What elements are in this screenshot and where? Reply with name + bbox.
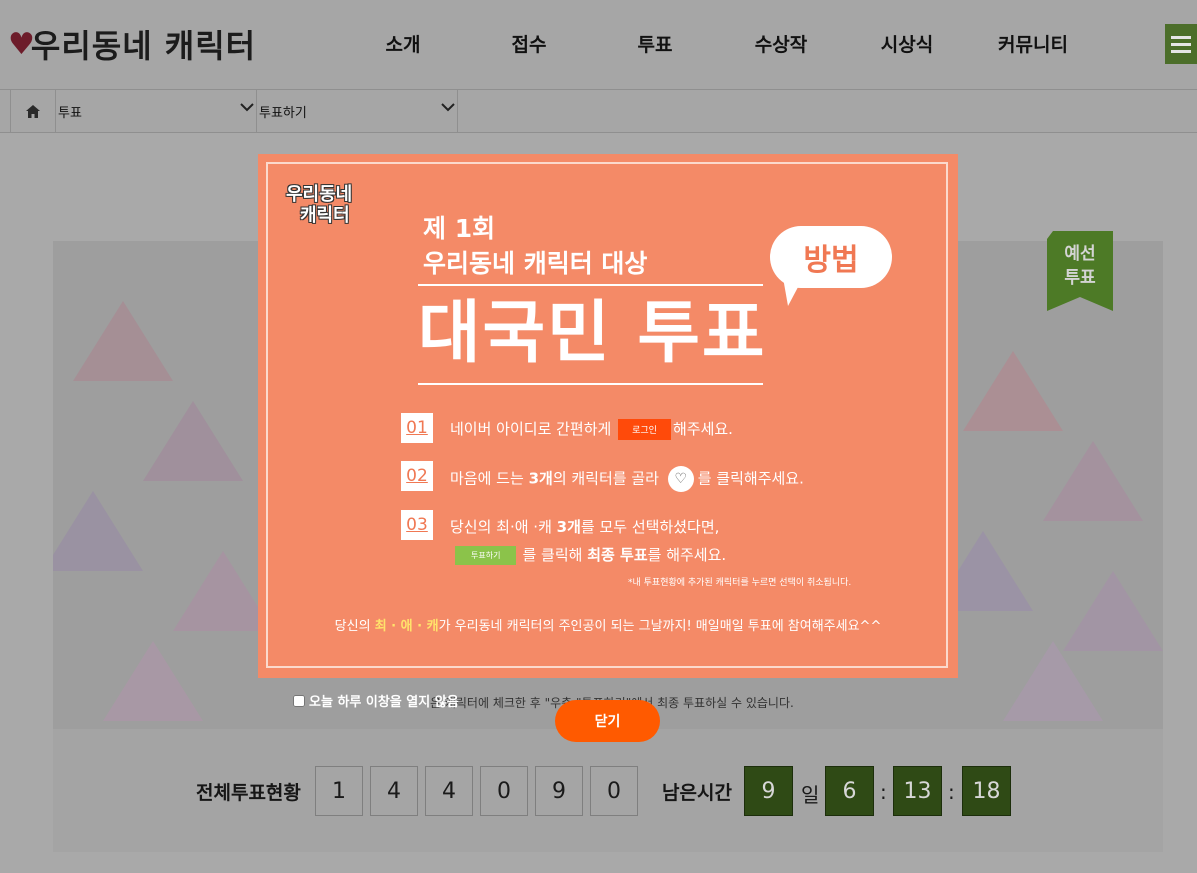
popup-subtitle: 우리동네 캐릭터 대상 [423,249,648,278]
login-tag: 로그인 [618,419,671,440]
logo-text: 우리동네 캐릭터 [30,27,257,65]
step-1-text: 네이버 아이디로 간편하게 로그인 해주세요. [450,419,733,440]
speech-bubble: 방법 [770,226,892,288]
nav-community[interactable]: 커뮤니티 [970,30,1096,57]
time-separator: : [948,780,955,804]
step-3-line2: 투표하기 를 클릭해 최종 투표를 해주세요. [455,544,726,565]
remaining-hours: 6 [825,766,874,816]
day-unit: 일 [801,783,820,807]
nav-winners[interactable]: 수상작 [718,30,844,57]
home-button[interactable] [10,90,56,132]
main-nav: 소개 접수 투표 수상작 시상식 커뮤니티 [340,30,1096,57]
step-2-text: 마음에 드는 3개의 캐릭터를 골라 ♡ 를 클릭해주세요. [450,466,804,492]
hamburger-menu-icon[interactable] [1165,24,1197,64]
nav-intro[interactable]: 소개 [340,30,466,57]
breadcrumb-select-level1[interactable]: 투표 [55,90,257,132]
total-votes-digit: 0 [590,766,638,816]
breadcrumb: 투표 투표하기 [0,90,1197,133]
popup-round: 제 1회 [423,214,496,243]
dont-show-today[interactable]: 오늘 하루 이창을 열지 않음 [293,691,459,710]
chevron-down-icon [240,103,254,112]
total-votes-digit: 1 [315,766,363,816]
total-votes-digit: 9 [535,766,583,816]
step-number: 02 [401,461,433,491]
divider [418,383,763,385]
total-votes-digit: 0 [480,766,528,816]
remaining-days: 9 [744,766,793,816]
nav-vote[interactable]: 투표 [592,30,718,57]
vote-guide-popup: 우리동네 캐릭터 제 1회 우리동네 캐릭터 대상 대국민 투표 방법 01 네… [258,154,958,678]
remaining-time-label: 남은시간 [662,782,732,804]
heart-vote-icon: ♡ [667,466,694,492]
total-votes-digit: 4 [425,766,473,816]
popup-title: 대국민 투표 [418,294,767,373]
breadcrumb-level1-label: 투표 [58,105,82,121]
divider [418,284,763,286]
close-button[interactable]: 닫기 [555,700,660,742]
nav-ceremony[interactable]: 시상식 [844,30,970,57]
popup-bottom-message: 당신의 최 · 애 · 캐가 우리동네 캐릭터의 주인공이 되는 그날까지! 매… [334,619,882,634]
ribbon-label: 예선 투표 [1064,244,1096,288]
home-icon [26,104,40,118]
remaining-minutes: 13 [893,766,942,816]
popup-logo: 우리동네 캐릭터 [286,184,353,226]
breadcrumb-select-level2[interactable]: 투표하기 [256,90,458,132]
dont-show-today-checkbox[interactable] [293,694,305,707]
nav-submit[interactable]: 접수 [466,30,592,57]
dont-show-today-label: 오늘 하루 이창을 열지 않음 [309,695,459,710]
popup-note: *내 투표현황에 추가된 캐릭터를 누르면 선택이 취소됩니다. [628,578,852,588]
breadcrumb-level2-label: 투표하기 [259,105,307,121]
step-number: 03 [401,510,433,540]
site-logo[interactable]: ♥ 우리동네 캐릭터 [8,14,256,74]
time-separator: : [880,780,887,804]
total-votes-digit: 4 [370,766,418,816]
remaining-seconds: 18 [962,766,1011,816]
step-3-text: 당신의 최·애 ·캐 3개를 모두 선택하셨다면, [450,518,720,536]
step-number: 01 [401,413,433,443]
total-votes-label: 전체투표현황 [196,782,301,804]
site-header: ♥ 우리동네 캐릭터 소개 접수 투표 수상작 시상식 커뮤니티 [0,0,1197,90]
chevron-down-icon [441,103,455,112]
vote-button-tag: 투표하기 [455,546,517,565]
